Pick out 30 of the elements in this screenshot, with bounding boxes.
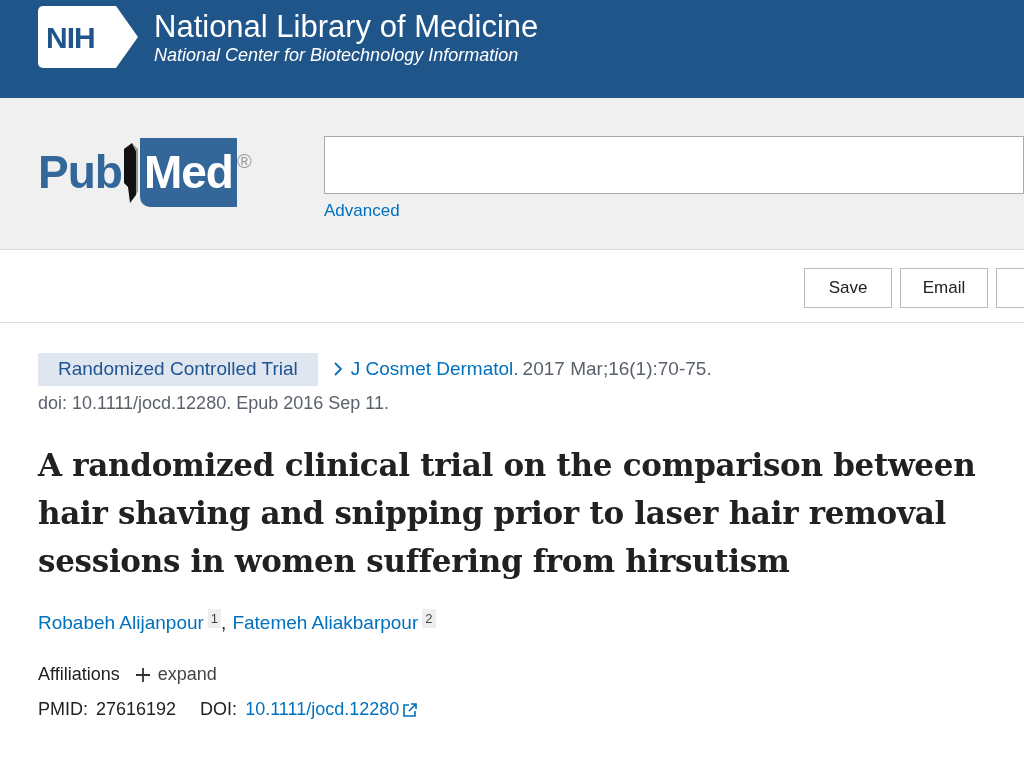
advanced-link[interactable]: Advanced	[324, 198, 1024, 224]
logo-text: Pub	[38, 145, 122, 200]
doi-link[interactable]: 10.1111/jocd.12280	[245, 696, 400, 723]
search-field[interactable]	[324, 136, 1024, 194]
affiliation-number[interactable]: 2	[422, 608, 436, 628]
plus-icon	[135, 667, 150, 682]
logo-text: Med	[139, 138, 237, 207]
pmid-value: 27616192	[96, 698, 177, 721]
action-button[interactable]: Save	[804, 268, 892, 308]
site-subtitle: National Center for Biotechnology Information	[154, 44, 520, 66]
author-separator: ,	[221, 610, 227, 635]
external-link-icon	[403, 702, 418, 717]
chevron-icon	[333, 362, 343, 377]
doi-text: doi: 10.1111/jocd.12280. Epub 2016 Sep 11.	[38, 391, 390, 415]
affiliations-label: Affiliations	[38, 663, 120, 686]
journal-link[interactable]: J Cosmet Dermatol.	[350, 355, 519, 384]
doi-label: DOI:	[200, 698, 238, 721]
book-icon	[121, 142, 140, 203]
pmid-label: PMID:	[38, 698, 88, 721]
site-title: National Library of Medicine	[154, 10, 539, 44]
registered-mark: ®	[236, 149, 251, 174]
author-link[interactable]: Robabeh Alijanpour	[38, 608, 204, 637]
action-button[interactable]: Email	[900, 268, 988, 308]
publication-type-tag: Randomized Controlled Trial	[38, 353, 318, 386]
author-link[interactable]: Fatemeh Aliakbarpour	[232, 608, 419, 637]
affiliation-number[interactable]: 1	[207, 608, 222, 628]
expand-link[interactable]: expand	[157, 661, 217, 688]
citation-text: 2017 Mar;16(1):70-75.	[522, 357, 712, 381]
nih-logo[interactable]: NIH	[38, 6, 138, 68]
article-title: A randomized clinical trial on the comparison between hair shaving and snipping prior to laser hair removal sessions in women suffering from hirsutism	[38, 445, 977, 581]
